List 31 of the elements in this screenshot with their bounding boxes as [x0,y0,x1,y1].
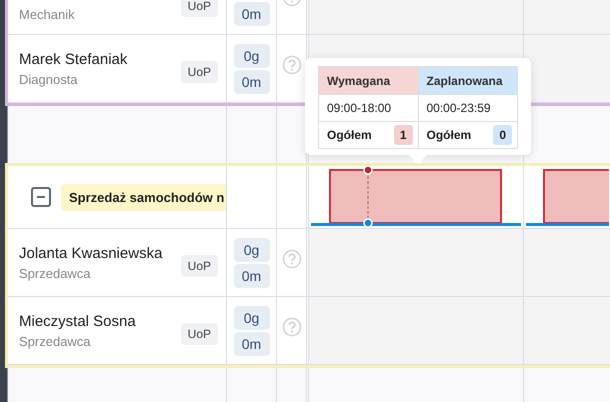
minutes-value: 0m [234,264,270,288]
help-icon[interactable] [282,54,302,74]
employee-role: Diagnosta [19,72,79,86]
hours-value: 0g [234,238,270,262]
minutes-value: 0m [234,2,270,26]
total-count: 1 [394,125,412,145]
employee-role: Sprzedawca [19,334,92,348]
collapse-button[interactable] [31,187,51,207]
total-label: Ogółem [426,128,472,142]
contract-tag: UoP [180,322,218,344]
time-range: 00:00-23:59 [418,95,517,122]
help-icon[interactable] [282,248,302,268]
hours-value: 0g [234,44,270,68]
employee-name: Marek Stefaniak [19,50,128,68]
total-count: 0 [493,125,512,145]
employee-role: Sprzedawca [19,266,92,280]
column-heading: Wymagana [319,67,418,95]
column-heading: Zaplanowana [418,67,517,95]
hours-value: 0g [234,306,270,330]
contract-tag: UoP [180,254,218,276]
employee-name: Mieczystal Sosna [19,312,136,330]
help-icon[interactable] [282,316,302,336]
contract-tag: UoP [180,60,218,82]
employee-role: Mechanik [19,7,75,22]
group-name: Sprzedaż samochodów n [61,184,226,210]
contract-tag: UoP [180,0,218,17]
time-range: 09:00-18:00 [319,95,418,122]
minutes-value: 0m [234,70,270,94]
employee-name: Jolanta Kwasniewska [19,244,162,262]
minutes-value: 0m [234,332,270,356]
total-label: Ogółem [327,128,372,142]
